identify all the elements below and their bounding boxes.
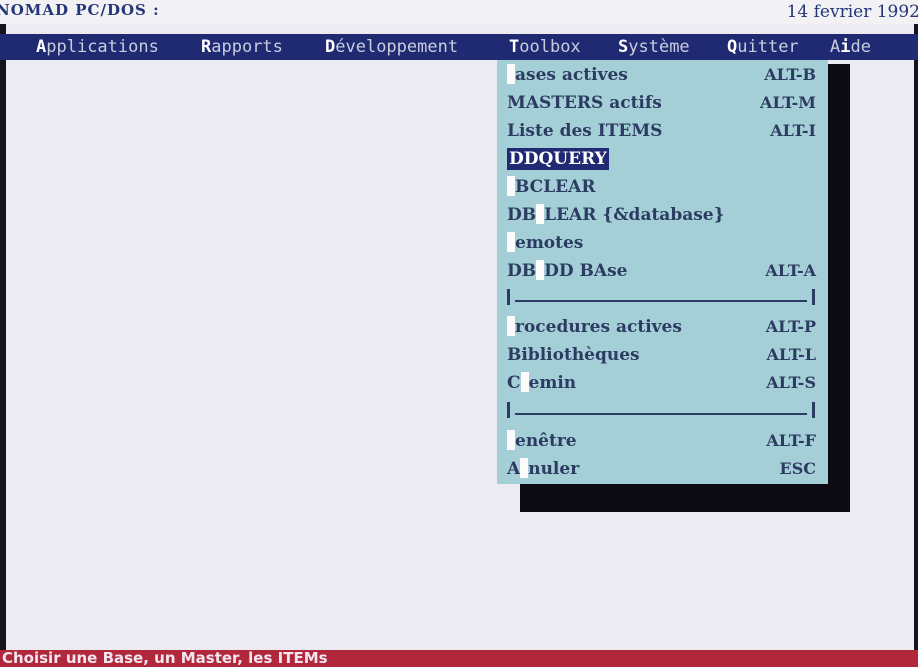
hotkey-letter: T: [509, 37, 520, 57]
separator-bracket-right: [812, 289, 815, 305]
menuitem-dbadd-base[interactable]: DB DD BAse: [507, 257, 627, 285]
shortcut-label: ALT-S: [766, 373, 816, 392]
menu-separator: [507, 283, 815, 311]
hotkey-letter: Q: [727, 37, 738, 57]
shortcut-label: ALT-P: [765, 317, 816, 336]
hotkey-highlight: [536, 204, 545, 224]
menu-label: pplications: [46, 37, 159, 57]
status-text: Choisir une Base, un Master, les ITEMs: [2, 649, 328, 667]
menuitem-label: DD BAse: [544, 261, 628, 281]
screen-bezel-right: [914, 24, 918, 650]
separator-line: [515, 413, 807, 415]
menu-quitter[interactable]: Quitter: [727, 34, 799, 60]
menuitem-label: enêtre: [515, 431, 577, 451]
menu-aide[interactable]: Aide: [830, 34, 871, 60]
menu-label: de: [850, 37, 871, 57]
menu-bar: Applications Rapports Développement Tool…: [0, 34, 918, 60]
shortcut-label: ALT-F: [766, 431, 816, 450]
menuitem-chemin[interactable]: Cemin: [507, 369, 576, 397]
menu-label: uitter: [737, 37, 799, 57]
toolbox-dropdown: ases actives ALT-B MASTERS actifs ALT-M …: [497, 60, 828, 484]
menuitem-label: C: [507, 373, 521, 393]
hotkey-highlight: [520, 458, 529, 478]
menuitem-label: Bibliothèques: [507, 345, 640, 365]
hotkey-highlight: [520, 372, 529, 392]
menuitem-label: LEAR {&database}: [544, 205, 725, 225]
hotkey-highlight: [507, 232, 515, 252]
hotkey-highlight: [507, 316, 515, 336]
hotkey-letter: A: [36, 37, 47, 57]
hotkey-letter: i: [840, 37, 851, 57]
menuitem-bases-actives[interactable]: ases actives: [507, 61, 628, 89]
menuitem-label: DDQUERY: [507, 148, 609, 170]
separator-line: [515, 300, 807, 302]
menuitem-label: DB: [507, 205, 537, 225]
hotkey-highlight: [507, 64, 515, 84]
hotkey-letter: S: [618, 37, 629, 57]
menuitem-label: emin: [528, 373, 577, 393]
shortcut-label: ALT-A: [765, 261, 816, 280]
screen-bezel-left: [0, 24, 6, 650]
menuitem-annuler[interactable]: Anuler: [507, 455, 579, 483]
menuitem-bibliotheques[interactable]: Bibliothèques: [507, 341, 640, 369]
menu-label: ystème: [628, 37, 690, 57]
menu-applications[interactable]: Applications: [36, 34, 159, 60]
shortcut-label: ESC: [779, 459, 816, 478]
menu-label: oolbox: [519, 37, 581, 57]
menuitem-label: DB: [507, 261, 537, 281]
menuitem-label: nuler: [528, 459, 580, 479]
title-bar: NOMAD PC/DOS : 14 fevrier 1992: [0, 0, 918, 24]
menu-rapports[interactable]: Rapports: [201, 34, 283, 60]
menu-systeme[interactable]: Système: [618, 34, 690, 60]
hotkey-highlight: [536, 260, 545, 280]
hotkey-letter: D: [325, 37, 336, 57]
menuitem-label: emotes: [515, 233, 584, 253]
menuitem-label: rocedures actives: [515, 317, 682, 337]
menuitem-liste-items[interactable]: Liste des ITEMS: [507, 117, 662, 145]
menuitem-label: BCLEAR: [515, 177, 596, 197]
menuitem-dbclear[interactable]: BCLEAR: [507, 173, 595, 201]
menuitem-label: A: [507, 459, 521, 479]
menuitem-dbclear-database[interactable]: DB LEAR {&database}: [507, 201, 725, 229]
app-title: NOMAD PC/DOS :: [0, 1, 160, 19]
menuitem-ddquery[interactable]: DDQUERY: [507, 145, 609, 173]
shortcut-label: ALT-B: [764, 65, 816, 84]
dos-screen: NOMAD PC/DOS : 14 fevrier 1992 Applicati…: [0, 0, 918, 667]
menuitem-masters-actifs[interactable]: MASTERS actifs: [507, 89, 662, 117]
menu-label: éveloppement: [335, 37, 459, 57]
shortcut-label: ALT-M: [760, 93, 816, 112]
menu-toolbox[interactable]: Toolbox: [509, 34, 581, 60]
menu-separator: [507, 396, 815, 424]
menuitem-procedures-actives[interactable]: rocedures actives: [507, 313, 682, 341]
menu-label: A: [830, 37, 841, 57]
menu-label: apports: [211, 37, 283, 57]
shortcut-label: ALT-I: [770, 121, 816, 140]
menu-developpement[interactable]: Développement: [325, 34, 458, 60]
date-display: 14 fevrier 1992: [786, 2, 918, 22]
separator-bracket-right: [812, 402, 815, 418]
menuitem-remotes[interactable]: emotes: [507, 229, 583, 257]
menuitem-label: MASTERS actifs: [507, 93, 662, 113]
separator-bracket-left: [507, 402, 510, 418]
menuitem-label: ases actives: [515, 65, 628, 85]
separator-bracket-left: [507, 289, 510, 305]
hotkey-highlight: [507, 430, 515, 450]
hotkey-highlight: [507, 176, 515, 196]
hotkey-letter: R: [201, 37, 212, 57]
menuitem-label: Liste des ITEMS: [507, 121, 663, 141]
menuitem-fenetre[interactable]: enêtre: [507, 427, 577, 455]
status-bar: Choisir une Base, un Master, les ITEMs: [0, 649, 918, 667]
shortcut-label: ALT-L: [766, 345, 816, 364]
